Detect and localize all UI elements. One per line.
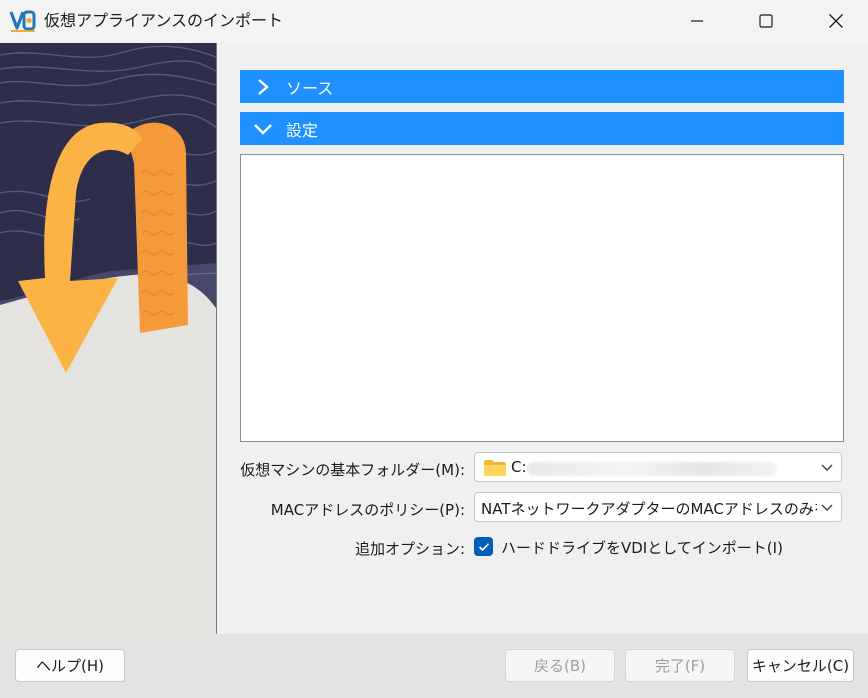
source-section-label: ソース <box>286 78 334 98</box>
base-folder-value: C: <box>511 458 527 476</box>
title-bar[interactable]: 仮想アプライアンスのインポート <box>0 0 868 42</box>
settings-section-label: 設定 <box>286 120 319 140</box>
finish-button[interactable]: 完了(F) <box>625 649 735 682</box>
mac-policy-label: MACアドレスのポリシー(P): <box>270 501 465 519</box>
source-section-header[interactable]: ソース <box>240 70 844 103</box>
help-button[interactable]: ヘルプ(H) <box>15 649 125 682</box>
redacted-path <box>527 462 777 476</box>
additional-options-label: 追加オプション: <box>354 540 465 558</box>
maximize-icon <box>759 14 773 28</box>
mac-policy-combobox[interactable]: NATネットワークアダプターのMACアドレスのみを含む <box>474 492 842 522</box>
virtualbox-icon <box>9 10 36 32</box>
appliance-settings-list[interactable] <box>240 154 844 442</box>
chevron-down-icon <box>821 464 833 471</box>
base-folder-combobox[interactable]: C: <box>474 452 842 482</box>
close-button[interactable] <box>804 0 868 42</box>
mac-policy-value: NATネットワークアダプターのMACアドレスのみを含む <box>481 500 817 518</box>
close-icon <box>829 14 843 28</box>
panel-divider <box>216 43 217 634</box>
settings-section-header[interactable]: 設定 <box>240 112 844 145</box>
import-appliance-dialog: 仮想アプライアンスのインポート ソース 設定 仮想マシンの基本フォルダー(M):… <box>0 0 868 698</box>
chevron-down-icon <box>240 112 286 145</box>
import-vdi-checkbox[interactable] <box>474 537 493 556</box>
window-title: 仮想アプライアンスのインポート <box>44 11 284 30</box>
minimize-button[interactable] <box>665 0 729 42</box>
folder-icon <box>484 460 506 476</box>
base-folder-label: 仮想マシンの基本フォルダー(M): <box>240 461 465 479</box>
maximize-button[interactable] <box>734 0 798 42</box>
chevron-right-icon <box>240 70 286 103</box>
cancel-button[interactable]: キャンセル(C) <box>747 649 854 682</box>
minimize-icon <box>691 20 703 22</box>
checkmark-icon <box>478 542 489 551</box>
chevron-down-icon <box>821 504 833 511</box>
back-button[interactable]: 戻る(B) <box>505 649 615 682</box>
button-bar <box>0 634 868 698</box>
wizard-artwork <box>0 43 216 634</box>
import-vdi-label[interactable]: ハードドライブをVDIとしてインポート(I) <box>501 537 783 558</box>
